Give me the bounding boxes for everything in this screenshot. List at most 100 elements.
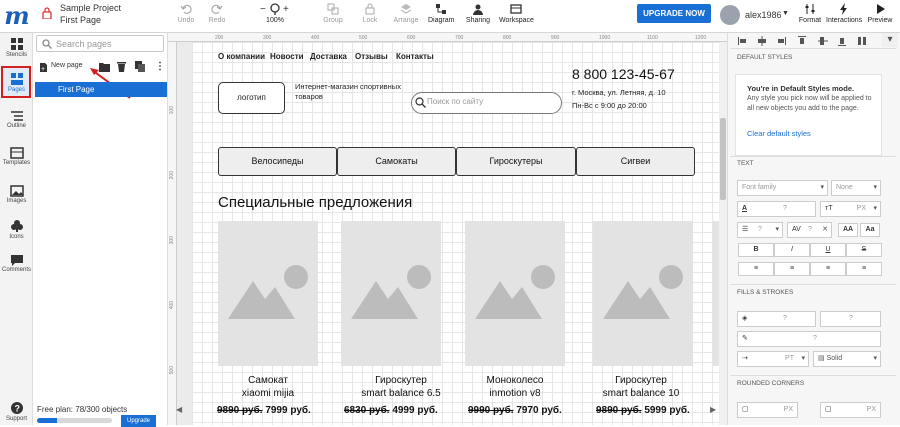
new-page-button[interactable]: New page xyxy=(51,62,83,69)
upgrade-button[interactable]: Upgrade xyxy=(121,415,156,427)
underline-button[interactable]: U xyxy=(810,243,846,257)
product-price[interactable]: 6830 руб. 4999 руб. xyxy=(344,405,438,416)
pen-icon: ✎ xyxy=(742,335,748,342)
stroke-style-select[interactable]: ▤ Solid ▾ xyxy=(813,351,881,367)
corner-radius-field[interactable]: ▢ PX xyxy=(737,402,798,418)
align-icons-row[interactable] xyxy=(738,36,878,46)
product-name[interactable]: Гироскутер smart balance 6.5 xyxy=(341,374,461,400)
svg-text:−: − xyxy=(260,4,266,15)
product-name[interactable]: Моноколесо inmotion v8 xyxy=(455,374,575,400)
category-tab[interactable]: Гироскутеры xyxy=(456,147,576,176)
rail-item-pages[interactable]: Pages xyxy=(0,72,33,93)
rail-item-icons[interactable]: Icons xyxy=(0,219,33,240)
workspace-button[interactable]: Workspace xyxy=(499,3,534,24)
product-name[interactable]: Самокат xiaomi mijia xyxy=(208,374,328,400)
rail-item-templates[interactable]: Templates xyxy=(0,147,33,166)
avatar[interactable] xyxy=(720,5,740,25)
rail-item-support[interactable]: ? Support xyxy=(0,401,33,422)
panel-collapse-icon[interactable]: ▾ xyxy=(882,33,898,47)
line-height-field[interactable]: ☰? ▾ xyxy=(737,222,783,238)
arrange-label: Arrange xyxy=(393,17,419,24)
product-image-placeholder[interactable] xyxy=(593,221,693,366)
category-tab[interactable]: Сигвеи xyxy=(576,147,695,176)
fill-bucket-icon: ◈ xyxy=(742,315,748,322)
zoom-control[interactable]: − +100% xyxy=(258,3,292,24)
diagram-icon xyxy=(436,4,446,14)
fill-opacity-field[interactable]: ? xyxy=(820,311,881,327)
offers-heading[interactable]: Специальные предложения xyxy=(218,194,412,211)
font-family-select[interactable]: Font family ▾ xyxy=(737,180,828,196)
more-options-icon[interactable]: ⋮ xyxy=(155,61,165,72)
letter-spacing-field[interactable]: AV? ✕ xyxy=(787,222,832,238)
nav-item[interactable]: Контакты xyxy=(396,52,434,61)
product-name-line: Гироскутер xyxy=(375,375,427,386)
sharing-button[interactable]: Sharing xyxy=(465,3,491,24)
mockup-address[interactable]: г. Москва, ул. Летняя, д. 10 xyxy=(572,88,666,97)
mockup-logo-box[interactable]: логотип xyxy=(218,82,285,114)
chevron-down-icon[interactable]: ▼ xyxy=(782,10,789,17)
bold-button[interactable]: B xyxy=(738,243,774,257)
duplicate-icon[interactable] xyxy=(135,61,145,72)
new-page-icon[interactable]: + xyxy=(39,62,48,73)
diagram-button[interactable]: Diagram xyxy=(428,3,454,24)
category-tab[interactable]: Велосипеды xyxy=(218,147,337,176)
uppercase-button[interactable]: AA xyxy=(838,223,858,237)
rail-label: Support xyxy=(5,416,27,422)
product-name[interactable]: Гироскутер smart balance 10 xyxy=(581,374,701,400)
align-justify-button[interactable]: ≡ xyxy=(846,262,882,276)
project-name[interactable]: Sample Project xyxy=(60,3,121,13)
product-price[interactable]: 9890 руб. 5999 руб. xyxy=(596,405,690,416)
stroke-color-field[interactable]: ✎? xyxy=(737,331,881,347)
scroll-left-arrow-icon[interactable]: ◀ xyxy=(176,405,182,414)
clear-default-styles-link[interactable]: Clear default styles xyxy=(747,129,811,138)
lock-button[interactable]: Lock xyxy=(360,3,380,24)
mockup-hours[interactable]: Пн-Вс с 9:00 до 20:00 xyxy=(572,101,647,110)
username[interactable]: alex1986 xyxy=(745,10,782,20)
italic-button[interactable]: I xyxy=(774,243,810,257)
align-center-button[interactable]: ≡ xyxy=(774,262,810,276)
app-logo[interactable]: m xyxy=(4,4,30,30)
rail-label: Images xyxy=(6,198,27,204)
product-image-placeholder[interactable] xyxy=(218,221,318,366)
capitalize-button[interactable]: Aa xyxy=(860,223,880,237)
rail-item-outline[interactable]: Outline xyxy=(0,110,33,129)
rail-item-images[interactable]: Images xyxy=(0,185,33,204)
group-button[interactable]: Group xyxy=(322,3,344,24)
mockup-tagline[interactable]: Интернет-магазин спортивных товаров xyxy=(295,82,405,102)
interactions-tab[interactable]: Interactions xyxy=(826,3,862,24)
align-right-button[interactable]: ≡ xyxy=(810,262,846,276)
fill-color-field[interactable]: ◈? xyxy=(737,311,816,327)
product-price[interactable]: 9990 руб. 7970 руб. xyxy=(468,405,562,416)
scrollbar-thumb[interactable] xyxy=(720,118,726,200)
nav-item[interactable]: Отзывы xyxy=(355,52,388,61)
page-list-item[interactable]: First Page xyxy=(35,82,167,97)
lock-icon[interactable] xyxy=(42,7,52,19)
format-tab[interactable]: Format xyxy=(797,3,823,24)
nav-item[interactable]: Новости xyxy=(270,52,304,61)
redo-button[interactable]: Redo xyxy=(207,3,227,24)
text-color-field[interactable]: A? xyxy=(737,201,816,217)
arrange-button[interactable]: Arrange xyxy=(393,3,419,24)
strikethrough-button[interactable]: S xyxy=(846,243,882,257)
stroke-width-field[interactable]: ⇢ PT ▾ xyxy=(737,351,809,367)
upgrade-now-button[interactable]: UPGRADE NOW xyxy=(637,4,711,23)
mockup-phone[interactable]: 8 800 123-45-67 xyxy=(572,66,675,82)
lock-icon xyxy=(365,3,375,15)
scroll-right-arrow-icon[interactable]: ▶ xyxy=(710,405,716,414)
font-size-field[interactable]: ᴛT PX ▾ xyxy=(820,201,881,217)
nav-item[interactable]: Доставка xyxy=(310,52,347,61)
product-image-placeholder[interactable] xyxy=(465,221,565,366)
font-weight-select[interactable]: None ▾ xyxy=(831,180,881,196)
product-image-placeholder[interactable] xyxy=(341,221,441,366)
vertical-scrollbar[interactable] xyxy=(719,42,727,425)
preview-tab[interactable]: Preview xyxy=(866,3,894,24)
rail-item-stencils[interactable]: Stencils xyxy=(0,37,33,58)
corner-radius-field[interactable]: ▢ PX xyxy=(820,402,881,418)
product-price[interactable]: 9890 руб. 7999 руб. xyxy=(217,405,311,416)
align-left-button[interactable]: ≡ xyxy=(738,262,774,276)
undo-button[interactable]: Undo xyxy=(176,3,196,24)
nav-item[interactable]: О компании xyxy=(218,52,265,61)
rail-item-comments[interactable]: Comments xyxy=(0,254,33,273)
current-page-name: First Page xyxy=(60,15,102,25)
category-tab[interactable]: Самокаты xyxy=(337,147,456,176)
